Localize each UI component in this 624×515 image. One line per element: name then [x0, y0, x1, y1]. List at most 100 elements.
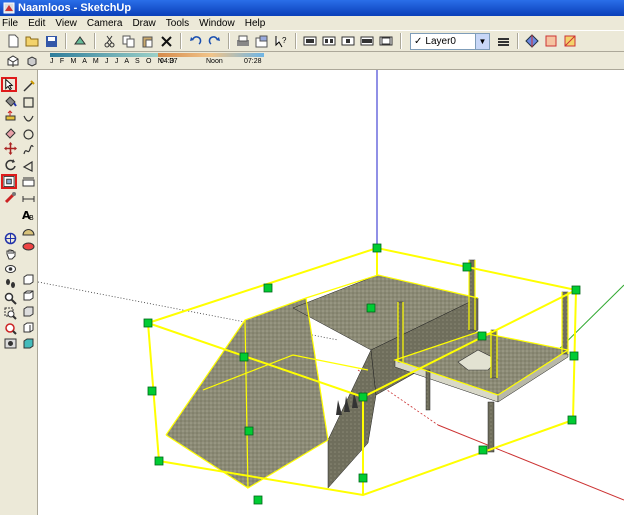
pan-icon[interactable]: [2, 246, 18, 261]
menu-view[interactable]: View: [55, 18, 77, 29]
open-folder-icon[interactable]: [23, 32, 41, 50]
erase-icon[interactable]: [157, 32, 175, 50]
front-view-icon[interactable]: [339, 32, 357, 50]
column: [397, 301, 404, 363]
dimension-tool-icon[interactable]: [20, 191, 36, 206]
zoom-icon[interactable]: [2, 291, 18, 306]
menu-tools[interactable]: Tools: [166, 18, 189, 29]
display-shadows-icon[interactable]: [23, 52, 41, 70]
menu-camera[interactable]: Camera: [87, 18, 123, 29]
rotate-icon[interactable]: [2, 157, 18, 172]
right-view-icon[interactable]: [358, 32, 376, 50]
sketchup-logo-icon: [3, 2, 15, 14]
shadow-time-controls: J F M A M J J A S O N D 04:37 Noon 07:28: [46, 52, 268, 69]
svg-text:B: B: [29, 214, 34, 221]
freehand-tool-icon[interactable]: [20, 143, 36, 158]
print-icon[interactable]: [234, 32, 252, 50]
redo-icon[interactable]: [205, 32, 223, 50]
scale-icon[interactable]: [1, 174, 17, 189]
arc-tool-icon[interactable]: [20, 111, 36, 126]
model-info-icon[interactable]: [253, 32, 271, 50]
move-icon[interactable]: [2, 141, 18, 156]
protractor-tool-icon[interactable]: [20, 223, 36, 238]
menu-draw[interactable]: Draw: [132, 18, 155, 29]
textured-view-icon[interactable]: [20, 336, 36, 351]
toolbar-separator: [180, 33, 182, 49]
layer-dropdown[interactable]: ✓ Layer0 ▼: [410, 32, 490, 50]
position-camera-icon[interactable]: [2, 261, 18, 276]
front-face-view-icon[interactable]: [20, 272, 36, 287]
copy-icon[interactable]: [119, 32, 137, 50]
iso-view-icon[interactable]: [301, 32, 319, 50]
back-view-icon[interactable]: [377, 32, 395, 50]
layer-manager-icon[interactable]: [494, 32, 512, 50]
toolbar-separator: [228, 33, 230, 49]
paint-bucket-icon[interactable]: [2, 94, 18, 109]
section-display-icon[interactable]: [542, 32, 560, 50]
toolbar-separator: [295, 33, 297, 49]
select-tool-icon[interactable]: [1, 77, 17, 92]
column: [425, 369, 431, 411]
new-file-icon[interactable]: [4, 32, 22, 50]
menu-help[interactable]: Help: [245, 18, 266, 29]
line-tool-icon[interactable]: [20, 79, 36, 94]
time-slider[interactable]: [158, 52, 264, 57]
zoom-extents-icon[interactable]: [2, 321, 18, 336]
text-tool-icon[interactable]: AB: [20, 207, 36, 222]
toolbar-separator: [517, 33, 519, 49]
svg-text:?: ?: [282, 36, 287, 45]
column: [561, 291, 569, 355]
left-tool-palette: AB: [0, 70, 38, 515]
model-canvas[interactable]: [38, 70, 624, 515]
shadow-settings-icon[interactable]: [4, 52, 22, 70]
make-component-icon[interactable]: [71, 32, 89, 50]
orbit-icon[interactable]: [2, 231, 18, 246]
time-end-label: 07:28: [244, 57, 262, 65]
save-icon[interactable]: [42, 32, 60, 50]
standard-toolbar: ? ✓ Layer0 ▼: [0, 30, 624, 52]
eraser-icon[interactable]: [2, 125, 18, 140]
toolbar-separator: [94, 33, 96, 49]
tape-measure-icon[interactable]: [2, 190, 18, 205]
title-bar: Naamloos - SketchUp: [0, 0, 624, 16]
column: [487, 401, 495, 453]
shadow-toolbar: J F M A M J J A S O N D 04:37 Noon 07:28: [0, 52, 624, 70]
top-face-view-icon[interactable]: [20, 288, 36, 303]
time-start-label: 04:37: [160, 57, 178, 65]
shaded-view-icon[interactable]: [20, 304, 36, 319]
circle-tool-icon[interactable]: [20, 127, 36, 142]
cut-icon[interactable]: [100, 32, 118, 50]
column: [490, 329, 498, 379]
top-view-icon[interactable]: [320, 32, 338, 50]
menu-edit[interactable]: Edit: [28, 18, 45, 29]
drawing-viewport[interactable]: [38, 70, 624, 515]
toolbar-separator: [65, 33, 67, 49]
hidden-line-view-icon[interactable]: [20, 320, 36, 335]
window-title: Naamloos - SketchUp: [18, 2, 132, 14]
rectangle-tool-icon[interactable]: [20, 95, 36, 110]
menu-bar: File Edit View Camera Draw Tools Window …: [0, 16, 624, 30]
zoom-window-icon[interactable]: [2, 306, 18, 321]
offset-tool-icon[interactable]: [20, 175, 36, 190]
layer-value: Layer0: [425, 35, 456, 47]
menu-file[interactable]: File: [2, 18, 18, 29]
walk-icon[interactable]: [2, 276, 18, 291]
undo-icon[interactable]: [186, 32, 204, 50]
section-plane-icon[interactable]: [523, 32, 541, 50]
toolbar-separator: [400, 33, 402, 49]
red-axis-line: [437, 424, 624, 501]
front-wall: [327, 349, 377, 489]
help-context-icon[interactable]: ?: [272, 32, 290, 50]
time-mid-label: Noon: [206, 57, 223, 65]
month-labels: J F M A M J J A S O N D: [50, 57, 177, 65]
menu-window[interactable]: Window: [199, 18, 235, 29]
3d-text-tool-icon[interactable]: [20, 239, 36, 254]
chevron-down-icon[interactable]: ▼: [475, 33, 489, 49]
polygon-tool-icon[interactable]: [20, 159, 36, 174]
checkmark-icon: ✓: [414, 35, 423, 47]
paste-icon[interactable]: [138, 32, 156, 50]
date-slider[interactable]: [50, 52, 158, 57]
section-cut-icon[interactable]: [561, 32, 579, 50]
previous-view-icon[interactable]: [2, 336, 18, 351]
push-pull-icon[interactable]: [2, 109, 18, 124]
